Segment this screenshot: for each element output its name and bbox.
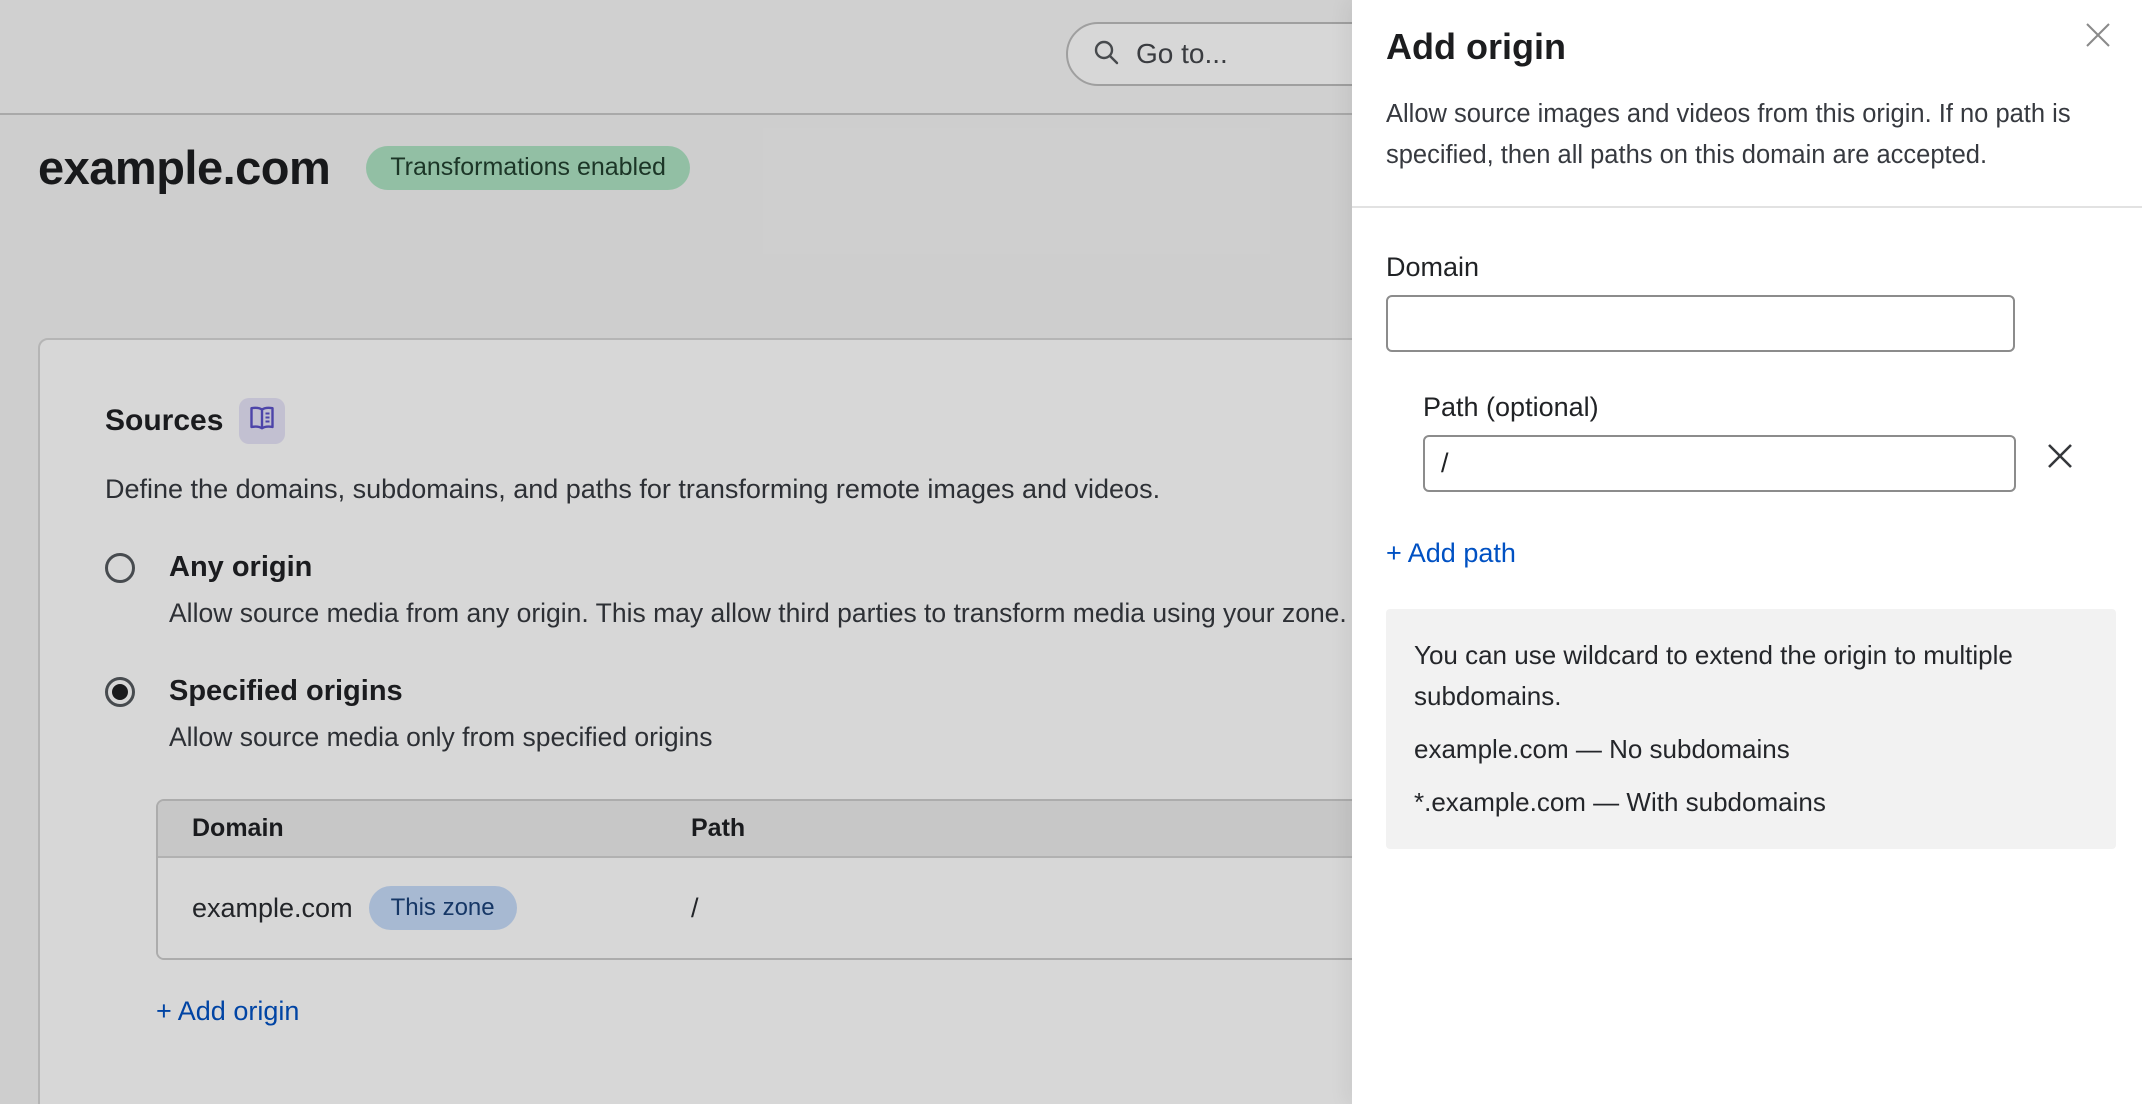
close-button[interactable]	[2078, 16, 2118, 56]
info-line: You can use wildcard to extend the origi…	[1414, 635, 2088, 717]
drawer-header: Add origin Allow source images and video…	[1352, 0, 2142, 176]
domain-input[interactable]	[1386, 295, 2015, 352]
domain-field-label: Domain	[1386, 252, 2116, 283]
info-line: example.com — No subdomains	[1414, 729, 2088, 770]
app-window: Go to... ⌘ K example.com Transformations…	[0, 0, 2142, 1104]
wildcard-info-box: You can use wildcard to extend the origi…	[1386, 609, 2116, 849]
path-input[interactable]	[1423, 435, 2016, 492]
path-field-label: Path (optional)	[1423, 392, 2116, 423]
drawer-description: Allow source images and videos from this…	[1386, 94, 2072, 176]
drawer-body: Domain Path (optional)	[1352, 252, 2142, 849]
add-origin-drawer: Add origin Allow source images and video…	[1352, 0, 2142, 1104]
close-icon	[2083, 20, 2113, 53]
remove-path-button[interactable]	[2038, 436, 2082, 480]
add-path-link[interactable]: + Add path	[1386, 538, 1516, 569]
info-line: *.example.com — With subdomains	[1414, 782, 2088, 823]
drawer-divider	[1352, 206, 2142, 208]
remove-x-icon	[2045, 441, 2075, 474]
drawer-title: Add origin	[1386, 26, 2072, 68]
path-field-group: Path (optional)	[1423, 392, 2116, 492]
